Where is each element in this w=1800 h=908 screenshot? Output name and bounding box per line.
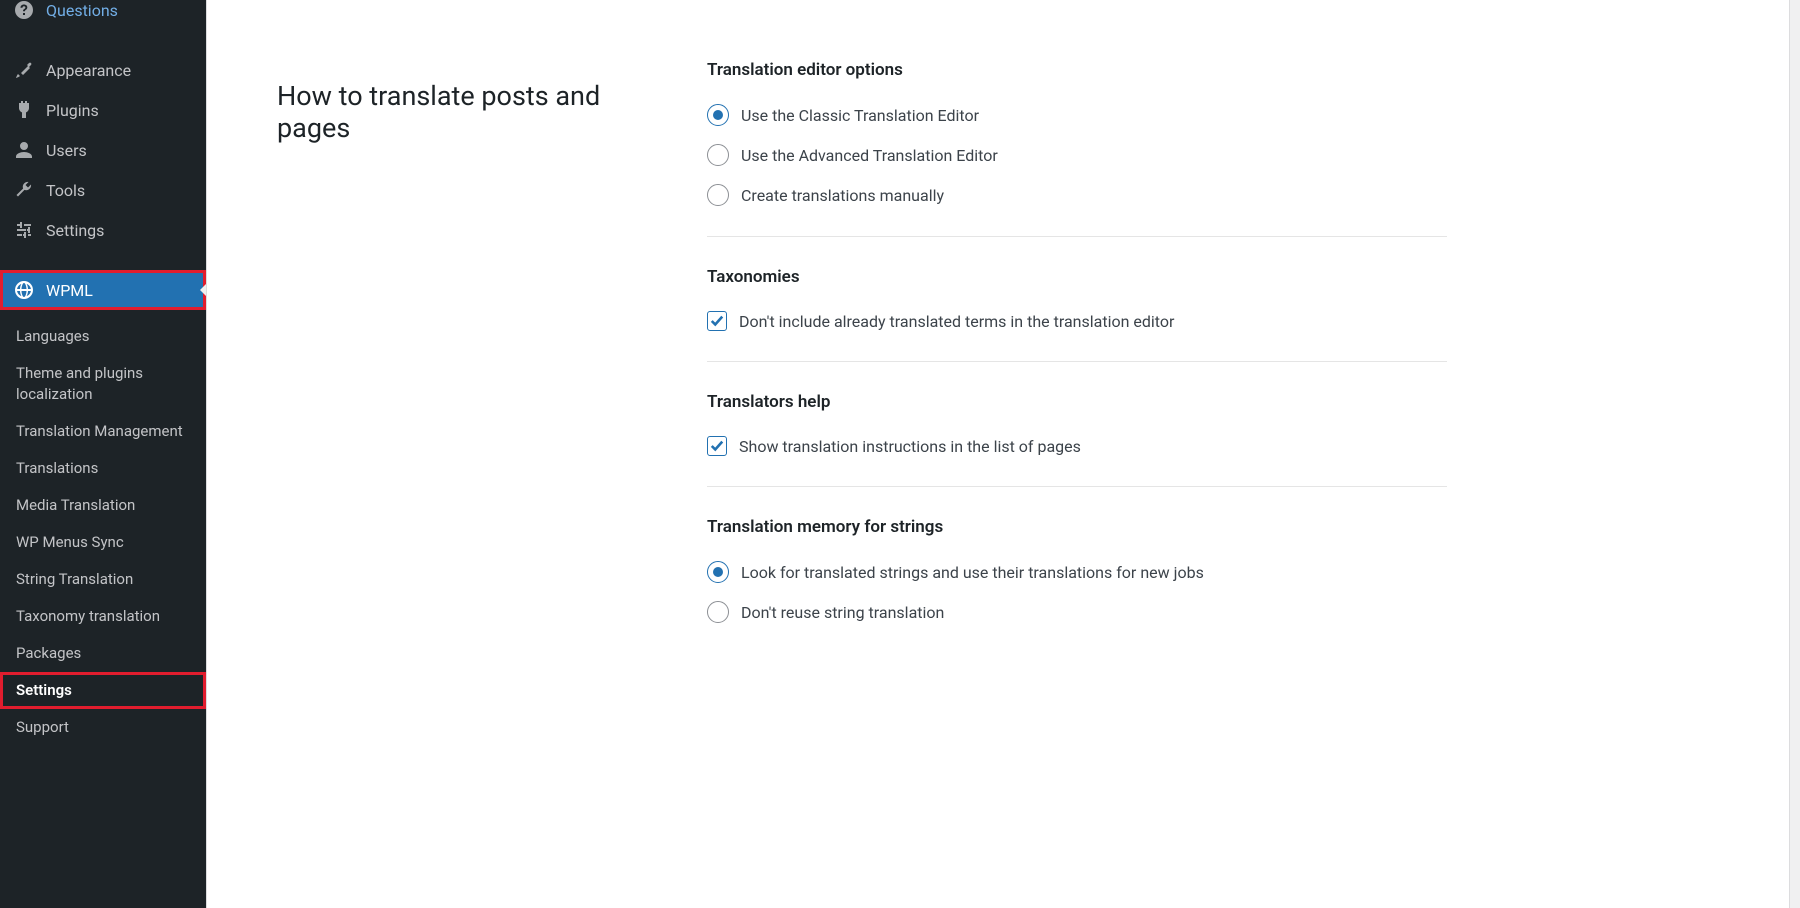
section-translators-help: Translators help Show translation instru…	[707, 392, 1447, 487]
radio-advanced-editor[interactable]: Use the Advanced Translation Editor	[707, 144, 1447, 166]
submenu-item-taxonomy-translation[interactable]: Taxonomy translation	[0, 598, 206, 635]
submenu-item-translation-management[interactable]: Translation Management	[0, 413, 206, 450]
section-translation-memory: Translation memory for strings Look for …	[707, 517, 1447, 653]
radio-label: Use the Classic Translation Editor	[741, 106, 979, 125]
main-content: How to translate posts and pages Transla…	[206, 0, 1790, 908]
checkbox-icon	[707, 311, 727, 331]
section-translation-editor-options: Translation editor options Use the Class…	[707, 60, 1447, 237]
checkbox-label: Show translation instructions in the lis…	[739, 437, 1081, 456]
user-icon	[14, 140, 34, 160]
admin-sidebar: Questions Appearance Plugins Users	[0, 0, 206, 908]
sidebar-item-label: Appearance	[46, 61, 131, 80]
radio-icon	[707, 144, 729, 166]
section-title: Translation editor options	[707, 60, 1447, 80]
submenu-item-translations[interactable]: Translations	[0, 450, 206, 487]
sidebar-item-wpml[interactable]: WPML	[0, 270, 206, 310]
radio-no-reuse[interactable]: Don't reuse string translation	[707, 601, 1447, 623]
sidebar-item-plugins[interactable]: Plugins	[0, 90, 206, 130]
checkbox-show-instructions[interactable]: Show translation instructions in the lis…	[707, 436, 1447, 456]
radio-label: Look for translated strings and use thei…	[741, 563, 1204, 582]
submenu-item-support[interactable]: Support	[0, 709, 206, 746]
radio-label: Use the Advanced Translation Editor	[741, 146, 998, 165]
sliders-icon	[14, 220, 34, 240]
sidebar-item-label: Users	[46, 141, 87, 160]
sidebar-item-settings[interactable]: Settings	[0, 210, 206, 250]
help-icon	[14, 0, 34, 20]
radio-icon	[707, 561, 729, 583]
radio-icon	[707, 184, 729, 206]
section-title: Translators help	[707, 392, 1447, 412]
radio-manual[interactable]: Create translations manually	[707, 184, 1447, 206]
submenu-item-string-translation[interactable]: String Translation	[0, 561, 206, 598]
submenu-item-theme-localization[interactable]: Theme and plugins localization	[0, 355, 206, 413]
plug-icon	[14, 100, 34, 120]
section-title: Taxonomies	[707, 267, 1447, 287]
sidebar-item-label: WPML	[46, 281, 93, 300]
radio-icon	[707, 601, 729, 623]
sidebar-item-questions[interactable]: Questions	[0, 0, 206, 30]
submenu-item-wp-menus-sync[interactable]: WP Menus Sync	[0, 524, 206, 561]
section-title: Translation memory for strings	[707, 517, 1447, 537]
sidebar-item-label: Settings	[46, 221, 104, 240]
globe-icon	[14, 280, 34, 300]
section-taxonomies: Taxonomies Don't include already transla…	[707, 267, 1447, 362]
radio-icon	[707, 104, 729, 126]
checkbox-icon	[707, 436, 727, 456]
checkbox-label: Don't include already translated terms i…	[739, 312, 1174, 331]
sidebar-item-users[interactable]: Users	[0, 130, 206, 170]
submenu-item-languages[interactable]: Languages	[0, 318, 206, 355]
radio-label: Don't reuse string translation	[741, 603, 944, 622]
submenu-item-media-translation[interactable]: Media Translation	[0, 487, 206, 524]
sidebar-item-label: Plugins	[46, 101, 99, 120]
sidebar-item-appearance[interactable]: Appearance	[0, 50, 206, 90]
sidebar-item-label: Questions	[46, 1, 118, 20]
submenu-item-packages[interactable]: Packages	[0, 635, 206, 672]
radio-classic-editor[interactable]: Use the Classic Translation Editor	[707, 104, 1447, 126]
radio-label: Create translations manually	[741, 186, 944, 205]
sidebar-item-tools[interactable]: Tools	[0, 170, 206, 210]
submenu-item-settings[interactable]: Settings	[0, 672, 206, 709]
page-heading: How to translate posts and pages	[277, 80, 667, 144]
sidebar-item-label: Tools	[46, 181, 85, 200]
sidebar-submenu: Languages Theme and plugins localization…	[0, 310, 206, 754]
wrench-icon	[14, 180, 34, 200]
radio-lookup-strings[interactable]: Look for translated strings and use thei…	[707, 561, 1447, 583]
checkbox-exclude-translated-terms[interactable]: Don't include already translated terms i…	[707, 311, 1447, 331]
brush-icon	[14, 60, 34, 80]
